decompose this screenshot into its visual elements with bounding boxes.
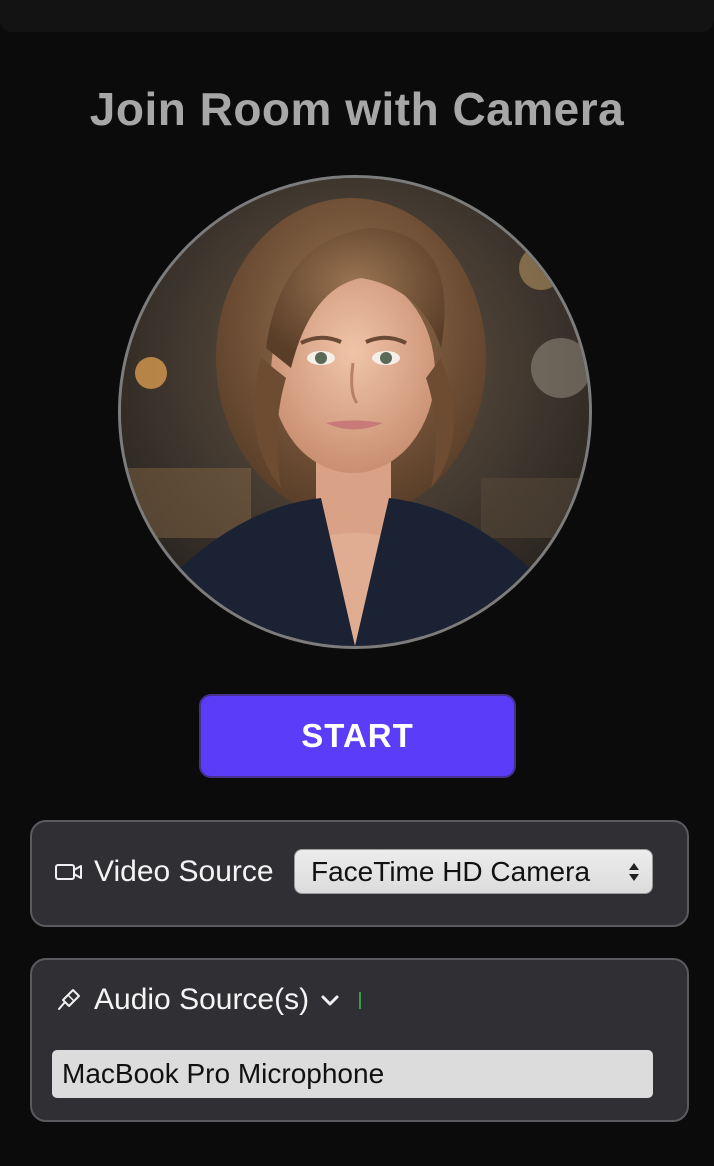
audio-level-meter <box>359 991 362 1009</box>
video-source-row: Video Source <box>54 850 274 894</box>
audio-source-toggle[interactable]: Audio Source(s) <box>56 978 362 1022</box>
start-button[interactable]: START <box>199 694 516 778</box>
audio-source-panel: Audio Source(s) MacBook Pro Microphone <box>30 958 689 1122</box>
video-source-label: Video Source <box>94 855 274 888</box>
audio-device-item[interactable]: MacBook Pro Microphone <box>52 1050 653 1098</box>
top-bar <box>0 0 714 32</box>
camera-preview <box>118 175 592 649</box>
audio-source-label: Audio Source(s) <box>94 983 310 1016</box>
video-source-select[interactable]: FaceTime HD Camera <box>294 849 653 894</box>
video-camera-icon <box>54 860 84 884</box>
video-source-panel: Video Source FaceTime HD Camera <box>30 820 689 927</box>
camera-preview-image <box>121 178 589 646</box>
microphone-icon <box>56 987 82 1013</box>
chevron-down-icon[interactable] <box>319 989 341 1011</box>
page-title: Join Room with Camera <box>89 83 625 135</box>
video-source-selected-value: FaceTime HD Camera <box>311 855 591 887</box>
join-room-page: Join Room with Camera START Video Source… <box>0 0 714 1166</box>
select-arrows-icon <box>626 859 642 885</box>
